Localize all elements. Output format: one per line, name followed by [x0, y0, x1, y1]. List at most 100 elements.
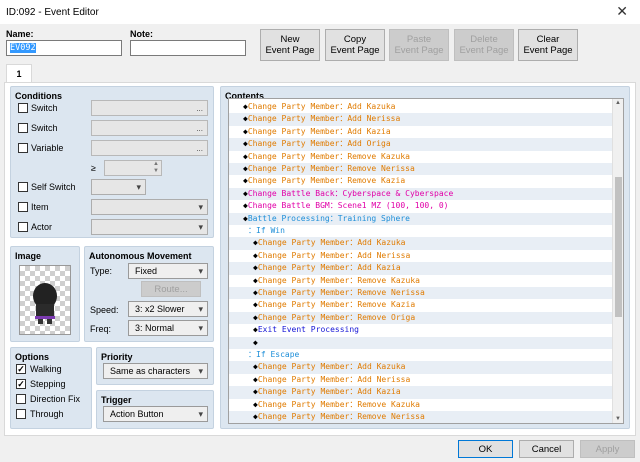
command-row[interactable]: ◆Change Party Member：Remove Kazuka	[229, 275, 613, 287]
command-row[interactable]: ：If Escape	[229, 349, 613, 361]
spin-up-icon[interactable]: ▲	[153, 161, 159, 167]
autonomous-movement-title: Autonomous Movement	[89, 251, 192, 261]
freq-select[interactable]: 3: Normal	[128, 320, 208, 336]
stepping-label: Stepping	[30, 379, 66, 389]
command-row[interactable]: ◆Change Party Member：Add Kazuka	[229, 361, 613, 374]
priority-title: Priority	[101, 352, 133, 362]
event-image-preview[interactable]	[19, 265, 71, 335]
switch1-label: Switch	[31, 103, 58, 113]
trigger-title: Trigger	[101, 395, 132, 405]
speed-select[interactable]: 3: x2 Slower	[128, 301, 208, 317]
command-row[interactable]: ◆Change Party Member：Remove Nerissa	[229, 411, 613, 423]
item-checkbox[interactable]	[18, 202, 28, 212]
self-switch-select[interactable]	[91, 179, 146, 195]
command-text: Change Party Member：Remove Origa	[257, 312, 416, 322]
self-switch-label: Self Switch	[31, 182, 76, 192]
command-row[interactable]: ◆Change Party Member：Add Kazia	[229, 262, 613, 275]
character-sprite-icon	[33, 283, 57, 324]
scroll-up-icon[interactable]: ▲	[615, 100, 621, 106]
clear-event-page-button[interactable]: Clear Event Page	[518, 29, 578, 61]
new-event-page-button[interactable]: New Event Page	[260, 29, 320, 61]
scroll-down-icon[interactable]: ▼	[615, 416, 621, 422]
item-label: Item	[31, 202, 49, 212]
command-row[interactable]: ◆Change Party Member：Remove Origa	[229, 311, 613, 325]
direction-fix-label: Direction Fix	[30, 394, 81, 404]
trigger-select[interactable]: Action Button	[103, 406, 208, 422]
actor-checkbox[interactable]	[18, 222, 28, 232]
command-row[interactable]: ◆Change Party Member：Add Kazuka	[229, 101, 613, 113]
switch2-field[interactable]: ...	[91, 120, 208, 136]
route-button[interactable]: Route...	[141, 281, 201, 297]
command-row[interactable]: ◆Change Party Member：Remove Kazuka	[229, 151, 613, 163]
variable-value-spinner[interactable]: ▲ ▼	[104, 160, 162, 176]
item-select[interactable]	[91, 199, 208, 215]
variable-field[interactable]: ...	[91, 140, 208, 156]
switch1-checkbox[interactable]	[18, 103, 28, 113]
priority-select[interactable]: Same as characters	[103, 363, 208, 379]
command-row[interactable]: ◆Change Party Member：Add Nerissa	[229, 113, 613, 126]
command-text: Change Party Member：Add Kazuka	[257, 362, 406, 372]
name-input[interactable]: EV092	[6, 40, 122, 56]
note-input[interactable]	[130, 40, 246, 56]
paste-event-page-button[interactable]: Paste Event Page	[389, 29, 449, 61]
command-row[interactable]: ◆Change Party Member：Remove Kazuka	[229, 399, 613, 411]
delete-event-page-button[interactable]: Delete Event Page	[454, 29, 514, 61]
command-row[interactable]: ◆Change Party Member：Add Nerissa	[229, 250, 613, 262]
command-text: Battle Processing：Training Sphere	[247, 213, 410, 223]
command-text: Change Battle BGM：Scene1 MZ (100, 100, 0…	[247, 201, 449, 211]
command-row[interactable]: ◆	[229, 336, 613, 349]
command-row[interactable]: ◆Change Party Member：Add Kazuka	[229, 237, 613, 250]
speed-label: Speed:	[90, 305, 119, 315]
freq-label: Freq:	[90, 324, 112, 334]
command-row[interactable]: ◆Change Party Member：Remove Kazia	[229, 299, 613, 311]
command-row[interactable]: ◆Exit Event Processing	[229, 324, 613, 336]
command-text: Change Party Member：Add Kazuka	[247, 102, 396, 111]
command-list-scrollbar[interactable]: ▲ ▼	[612, 99, 623, 423]
actor-label: Actor	[31, 222, 53, 232]
variable-label: Variable	[31, 143, 64, 153]
scroll-thumb[interactable]	[615, 177, 622, 317]
command-row[interactable]: ◆Change Party Member：Add Origa	[229, 138, 613, 151]
command-list[interactable]: ◆Change Party Member：Remove Nerissa ◆Chan…	[228, 98, 624, 424]
branch-marker: ：	[248, 350, 256, 359]
stepping-checkbox[interactable]	[16, 379, 26, 389]
command-text: If Escape	[256, 350, 300, 359]
copy-event-page-button[interactable]: Copy Event Page	[325, 29, 385, 61]
tab-page-1[interactable]: 1	[6, 64, 32, 82]
command-row[interactable]: ◆Change Party Member：Add Kazia	[229, 386, 613, 399]
apply-button[interactable]: Apply	[580, 440, 635, 458]
variable-checkbox[interactable]	[18, 143, 28, 153]
switch1-field[interactable]: ...	[91, 100, 208, 116]
type-select[interactable]: Fixed	[128, 263, 208, 279]
actor-select[interactable]	[91, 219, 208, 235]
command-text: Change Party Member：Remove Nerissa	[247, 164, 415, 173]
self-switch-checkbox[interactable]	[18, 182, 28, 192]
switch2-checkbox[interactable]	[18, 123, 28, 133]
cancel-button[interactable]: Cancel	[519, 440, 574, 458]
command-text: Change Party Member：Remove Kazia	[257, 300, 416, 310]
command-row[interactable]: ◆Change Party Member：Add Nerissa	[229, 374, 613, 386]
walking-checkbox[interactable]	[16, 364, 26, 374]
image-title: Image	[15, 251, 42, 261]
ge-symbol: ≥	[91, 163, 96, 173]
direction-fix-checkbox[interactable]	[16, 394, 26, 404]
switch2-label: Switch	[31, 123, 58, 133]
name-label: Name:	[6, 29, 34, 39]
command-row[interactable]: ◆Change Battle Back：Cyberspace & Cybersp…	[229, 187, 613, 201]
command-row[interactable]: ◆Change Party Member：Remove Kazia	[229, 175, 613, 187]
conditions-title: Conditions	[15, 91, 62, 101]
command-text: Change Party Member：Add Kazia	[247, 126, 391, 136]
spin-down-icon[interactable]: ▼	[153, 168, 159, 174]
command-row[interactable]: ◆Change Party Member：Remove Nerissa	[229, 163, 613, 176]
command-row[interactable]: ：If Win	[229, 225, 613, 237]
window-title: ID:092 - Event Editor	[6, 6, 99, 18]
command-text: Change Party Member：Remove Kazuka	[247, 151, 410, 161]
through-checkbox[interactable]	[16, 409, 26, 419]
through-label: Through	[30, 409, 64, 419]
ok-button[interactable]: OK	[458, 440, 513, 458]
command-row[interactable]: ◆Change Party Member：Remove Nerissa	[229, 287, 613, 300]
command-row[interactable]: ◆Battle Processing：Training Sphere	[229, 212, 613, 225]
close-icon[interactable]: ✕	[616, 3, 628, 20]
command-row[interactable]: ◆Change Battle BGM：Scene1 MZ (100, 100, …	[229, 200, 613, 212]
command-row[interactable]: ◆Change Party Member：Add Kazia	[229, 126, 613, 138]
